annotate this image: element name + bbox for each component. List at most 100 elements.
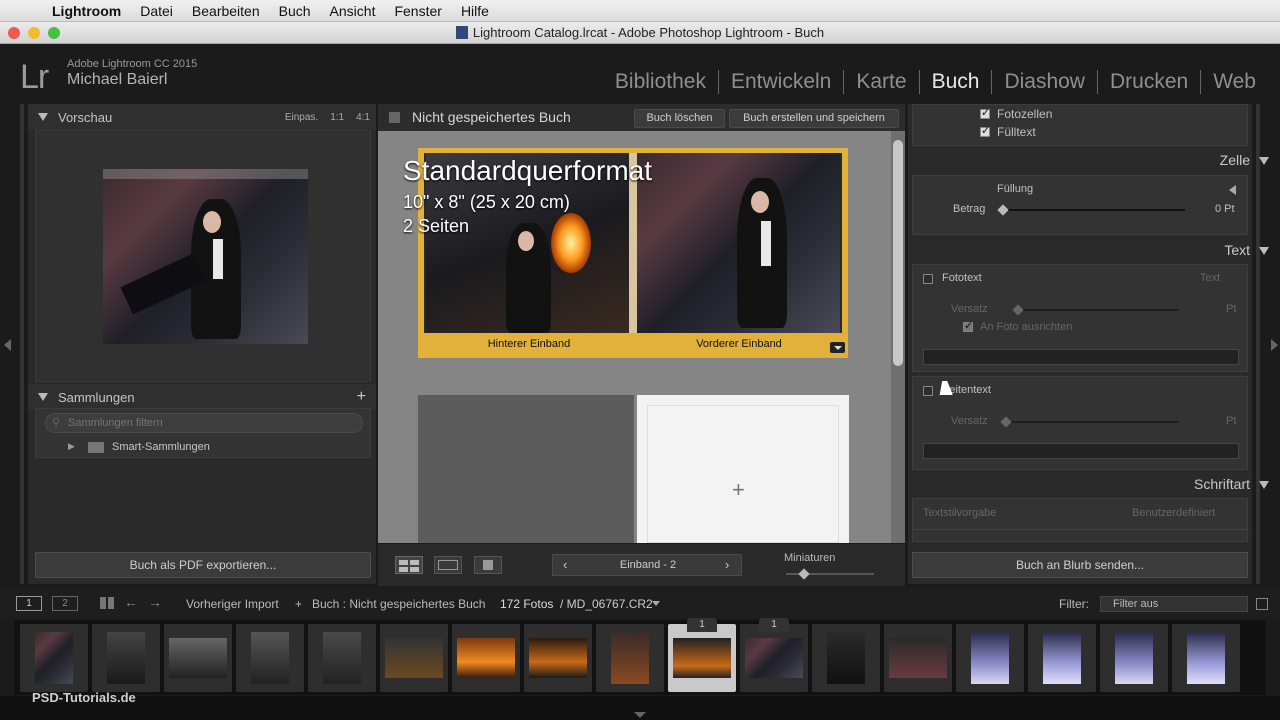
cell-section-header[interactable]: Zelle <box>1220 152 1250 168</box>
menu-app[interactable]: Lightroom <box>52 3 121 19</box>
module-diashow[interactable]: Diashow <box>991 70 1097 94</box>
next-page-icon[interactable]: › <box>725 557 729 572</box>
zoom-window-button[interactable] <box>48 27 60 39</box>
text-style-preset-value[interactable]: Benutzerdefiniert <box>1132 507 1215 519</box>
filmstrip-cell[interactable] <box>524 624 592 692</box>
zoom-4-1[interactable]: 4:1 <box>356 112 370 123</box>
spread-view-icon[interactable] <box>434 556 462 574</box>
second-screen-button[interactable]: 2 <box>52 596 78 611</box>
smart-collections-item[interactable]: Smart-Sammlungen <box>112 441 210 453</box>
filmstrip-cell[interactable] <box>1028 624 1096 692</box>
collections-header[interactable]: Sammlungen + <box>28 384 376 410</box>
preview-header[interactable]: Vorschau Einpas. 1:1 4:1 <box>28 104 376 130</box>
photo-cell[interactable] <box>647 405 839 543</box>
add-photo-icon[interactable]: + <box>732 477 745 503</box>
offset-slider-knob[interactable] <box>1012 304 1024 316</box>
filmstrip-cell[interactable] <box>236 624 304 692</box>
current-file[interactable]: / MD_06767.CR2 <box>560 597 653 611</box>
add-collection-icon[interactable]: + <box>357 388 366 406</box>
align-photo-checkbox[interactable] <box>963 319 973 332</box>
page-text-checkbox[interactable] <box>923 386 933 396</box>
delete-book-button[interactable]: Buch löschen <box>634 109 725 128</box>
collapse-triangle-icon[interactable] <box>38 113 48 121</box>
filter-lock-icon[interactable] <box>1256 598 1268 610</box>
amount-slider-knob[interactable] <box>997 204 1009 216</box>
collapse-triangle-icon[interactable] <box>1259 157 1269 165</box>
menu-fenster[interactable]: Fenster <box>394 3 441 19</box>
book-page-right[interactable]: + <box>637 395 849 543</box>
filmstrip[interactable]: 1 1 <box>14 618 1266 695</box>
filler-text-checkbox[interactable] <box>980 124 990 137</box>
collapse-right-icon[interactable] <box>1271 339 1278 351</box>
filmstrip-cell[interactable] <box>884 624 952 692</box>
collapse-triangle-icon[interactable] <box>1259 247 1269 255</box>
export-pdf-button[interactable]: Buch als PDF exportieren... <box>35 552 371 578</box>
photo-text-alignment-bar[interactable] <box>923 349 1239 365</box>
main-screen-button[interactable]: 1 <box>16 596 42 611</box>
page-offset-slider-knob[interactable] <box>1000 416 1012 428</box>
collapse-triangle-icon[interactable] <box>38 393 48 401</box>
apple-icon[interactable] <box>20 2 38 20</box>
create-book-button[interactable]: Buch erstellen und speichern <box>729 109 899 128</box>
font-section-header[interactable]: Schriftart <box>1194 476 1250 492</box>
thumbnail-slider-knob[interactable] <box>798 568 810 580</box>
filmstrip-cell[interactable] <box>1172 624 1240 692</box>
module-entwickeln[interactable]: Entwickeln <box>717 70 843 94</box>
book-page-left[interactable] <box>418 395 634 543</box>
filmstrip-cell[interactable] <box>92 624 160 692</box>
cover-options-icon[interactable] <box>830 342 845 353</box>
close-window-button[interactable] <box>8 27 20 39</box>
multi-page-view-icon[interactable] <box>395 556 423 574</box>
filmstrip-cell-selected[interactable]: 1 <box>668 618 736 692</box>
filmstrip-cell[interactable] <box>380 624 448 692</box>
photo-text-mode[interactable]: Text <box>1200 272 1220 284</box>
filmstrip-cell[interactable] <box>1100 624 1168 692</box>
menu-ansicht[interactable]: Ansicht <box>330 3 376 19</box>
source-label[interactable]: Vorheriger Import <box>186 597 279 611</box>
text-section-header[interactable]: Text <box>1224 242 1250 258</box>
module-bibliothek[interactable]: Bibliothek <box>603 70 718 94</box>
filmstrip-cell[interactable] <box>20 624 88 692</box>
photo-cells-checkbox[interactable] <box>980 106 990 119</box>
scrollbar-thumb[interactable] <box>893 140 903 366</box>
expand-triangle-icon[interactable]: ▶ <box>68 441 75 452</box>
back-arrow-icon[interactable]: ← <box>124 594 138 610</box>
send-to-blurb-button[interactable]: Buch an Blurb senden... <box>912 552 1248 578</box>
zoom-fit[interactable]: Einpas. <box>285 112 318 123</box>
module-buch[interactable]: Buch <box>918 70 992 94</box>
filmstrip-cell[interactable] <box>812 624 880 692</box>
filmstrip-cell[interactable] <box>596 624 664 692</box>
filmstrip-cell[interactable] <box>452 624 520 692</box>
filter-select[interactable]: Filter aus <box>1100 596 1248 612</box>
menu-hilfe[interactable]: Hilfe <box>461 3 489 19</box>
amount-slider[interactable] <box>1001 209 1185 211</box>
padding-disclosure-icon[interactable] <box>1229 185 1236 195</box>
book-source-label[interactable]: Buch : Nicht gespeichertes Buch <box>312 597 485 611</box>
filmstrip-cell[interactable]: 1 <box>740 618 808 692</box>
offset-slider[interactable] <box>1013 309 1179 311</box>
module-karte[interactable]: Karte <box>843 70 918 94</box>
module-drucken[interactable]: Drucken <box>1096 70 1200 94</box>
minimize-window-button[interactable] <box>28 27 40 39</box>
collapse-left-icon[interactable] <box>4 339 11 351</box>
collapse-triangle-icon[interactable] <box>1259 481 1269 489</box>
page-text-position-bar[interactable] <box>923 443 1239 459</box>
menu-bearbeiten[interactable]: Bearbeiten <box>192 3 260 19</box>
filmstrip-cell[interactable] <box>164 624 232 692</box>
previous-page-icon[interactable]: ‹ <box>563 557 567 572</box>
collapse-bottom-icon[interactable] <box>634 712 646 718</box>
file-dropdown-icon[interactable] <box>652 601 660 606</box>
zoom-1-1[interactable]: 1:1 <box>330 112 344 123</box>
page-offset-slider[interactable] <box>1001 421 1179 423</box>
single-page-view-icon[interactable] <box>474 556 502 574</box>
photo-text-checkbox[interactable] <box>923 274 933 284</box>
collection-search-input[interactable] <box>45 413 363 433</box>
menu-buch[interactable]: Buch <box>279 3 311 19</box>
menu-datei[interactable]: Datei <box>140 3 173 19</box>
grid-view-icon[interactable] <box>100 597 114 609</box>
filmstrip-cell[interactable] <box>308 624 376 692</box>
forward-arrow-icon[interactable]: → <box>148 594 162 610</box>
front-cover-photo[interactable] <box>637 153 840 333</box>
module-web[interactable]: Web <box>1200 70 1268 94</box>
filmstrip-cell[interactable] <box>956 624 1024 692</box>
